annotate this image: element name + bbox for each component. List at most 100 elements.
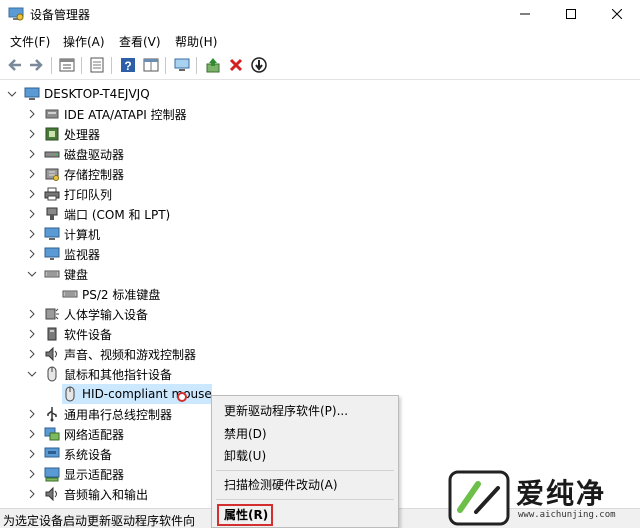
title-bar: 设备管理器: [0, 0, 640, 28]
tree-item-network[interactable]: 网络适配器: [26, 424, 124, 444]
tree-item-hid[interactable]: 人体学输入设备: [26, 304, 148, 324]
tree-item-storage[interactable]: 存储控制器: [26, 164, 124, 184]
chevron-right-icon[interactable]: [26, 408, 38, 420]
menu-view[interactable]: 查看(V): [119, 33, 161, 50]
update-driver-icon[interactable]: [204, 56, 222, 74]
tree-item-label: 处理器: [64, 127, 101, 142]
close-button[interactable]: [594, 0, 640, 28]
chevron-right-icon[interactable]: [26, 208, 38, 220]
chevron-right-icon[interactable]: [26, 168, 38, 180]
tree-item-print-queue[interactable]: 打印队列: [26, 184, 112, 204]
status-text: 为选定设备启动更新驱动程序软件向: [3, 514, 196, 528]
tree-item-label: 监视器: [64, 247, 101, 262]
watermark-logo-icon: [448, 470, 510, 528]
tree-item-keyboard[interactable]: 键盘: [26, 264, 88, 284]
tree-item-processor[interactable]: 处理器: [26, 124, 100, 144]
speaker-icon: [44, 346, 60, 362]
window-title: 设备管理器: [30, 8, 91, 22]
grid-icon[interactable]: [142, 56, 160, 74]
tree-item-label: 显示适配器: [64, 467, 125, 482]
tree-item-monitor[interactable]: 监视器: [26, 244, 100, 264]
tree-item-ports[interactable]: 端口 (COM 和 LPT): [26, 204, 170, 224]
chevron-right-icon[interactable]: [26, 428, 38, 440]
tree-root[interactable]: DESKTOP-T4EJVJQ: [6, 84, 150, 104]
tree-item-label: HID-compliant mouse: [82, 387, 212, 401]
menu-file[interactable]: 文件(F): [10, 33, 50, 50]
view-icon[interactable]: [88, 56, 106, 74]
help-icon[interactable]: ?: [119, 56, 137, 74]
device-manager-icon: [8, 6, 24, 22]
menu-item-uninstall[interactable]: 卸载(U): [224, 447, 266, 465]
tree-item-label: 声音、视频和游戏控制器: [64, 347, 197, 362]
tree-item-ps2-keyboard[interactable]: PS/2 标准键盘: [62, 284, 160, 304]
tree-item-label: 系统设备: [64, 447, 113, 462]
usb-icon: [44, 406, 60, 422]
tree-item-label: 打印队列: [64, 187, 113, 202]
monitor-icon[interactable]: [173, 56, 191, 74]
chevron-right-icon[interactable]: [26, 348, 38, 360]
disk-drive-icon: [44, 146, 60, 162]
context-menu: 更新驱动程序软件(P)... 禁用(D) 卸载(U) 扫描检测硬件改动(A) 属…: [211, 395, 399, 528]
tree-item-label: 网络适配器: [64, 427, 125, 442]
tree-item-label: 鼠标和其他指针设备: [64, 367, 173, 382]
chevron-right-icon[interactable]: [26, 468, 38, 480]
menu-separator: [216, 470, 394, 471]
tree-item-mouse[interactable]: 鼠标和其他指针设备: [26, 364, 172, 384]
tree-item-software-device[interactable]: 软件设备: [26, 324, 112, 344]
cursor-marker-icon: [177, 391, 187, 402]
tree-root-label: DESKTOP-T4EJVJQ: [44, 87, 150, 101]
chevron-right-icon[interactable]: [26, 328, 38, 340]
tree-item-label: 音频输入和输出: [64, 487, 149, 502]
tree-item-disk[interactable]: 磁盘驱动器: [26, 144, 124, 164]
maximize-button[interactable]: [548, 0, 594, 28]
chevron-down-icon[interactable]: [6, 88, 18, 100]
back-icon[interactable]: [6, 56, 24, 74]
watermark: 爱纯净 www.aichunjing.com: [448, 470, 640, 528]
menu-item-update-driver[interactable]: 更新驱动程序软件(P)...: [224, 402, 348, 420]
chevron-right-icon[interactable]: [26, 128, 38, 140]
toolbar-separator: [196, 57, 197, 74]
processor-icon: [44, 126, 60, 142]
chevron-right-icon[interactable]: [26, 488, 38, 500]
tree-item-label: 存储控制器: [64, 167, 125, 182]
tree-item-system[interactable]: 系统设备: [26, 444, 112, 464]
menu-item-disable[interactable]: 禁用(D): [224, 425, 267, 443]
chevron-down-icon[interactable]: [26, 268, 38, 280]
system-device-icon: [44, 446, 60, 462]
chevron-right-icon[interactable]: [26, 228, 38, 240]
software-device-icon: [44, 326, 60, 342]
tree-item-hid-mouse[interactable]: HID-compliant mouse: [62, 384, 212, 404]
menu-item-scan-hardware[interactable]: 扫描检测硬件改动(A): [224, 476, 338, 494]
properties-icon[interactable]: [58, 56, 76, 74]
svg-text:?: ?: [124, 59, 131, 73]
menu-action[interactable]: 操作(A): [63, 33, 105, 50]
uninstall-icon[interactable]: [227, 56, 245, 74]
storage-controller-icon: [44, 166, 60, 182]
tree-item-audio-io[interactable]: 音频输入和输出: [26, 484, 148, 504]
scan-icon[interactable]: [250, 56, 268, 74]
tree-item-computer[interactable]: 计算机: [26, 224, 100, 244]
tree-item-sound[interactable]: 声音、视频和游戏控制器: [26, 344, 196, 364]
chevron-right-icon[interactable]: [26, 248, 38, 260]
chevron-right-icon[interactable]: [26, 448, 38, 460]
tree-item-label: 通用串行总线控制器: [64, 407, 173, 422]
tree-item-label: 端口 (COM 和 LPT): [64, 207, 171, 222]
chevron-right-icon[interactable]: [26, 188, 38, 200]
keyboard-icon: [44, 266, 60, 282]
chevron-right-icon[interactable]: [26, 148, 38, 160]
menu-help[interactable]: 帮助(H): [175, 33, 217, 50]
minimize-button[interactable]: [502, 0, 548, 28]
tree-item-display[interactable]: 显示适配器: [26, 464, 124, 484]
tree-item-label: 磁盘驱动器: [64, 147, 125, 162]
chevron-down-icon[interactable]: [26, 368, 38, 380]
port-icon: [44, 206, 60, 222]
ide-controller-icon: [44, 106, 60, 122]
tree-item-label: PS/2 标准键盘: [82, 287, 161, 302]
chevron-right-icon[interactable]: [26, 308, 38, 320]
hid-icon: [44, 306, 60, 322]
tree-item-usb[interactable]: 通用串行总线控制器: [26, 404, 172, 424]
tree-item-ide[interactable]: IDE ATA/ATAPI 控制器: [26, 104, 187, 124]
forward-icon[interactable]: [27, 56, 45, 74]
tree-item-label: 键盘: [64, 267, 89, 282]
chevron-right-icon[interactable]: [26, 108, 38, 120]
